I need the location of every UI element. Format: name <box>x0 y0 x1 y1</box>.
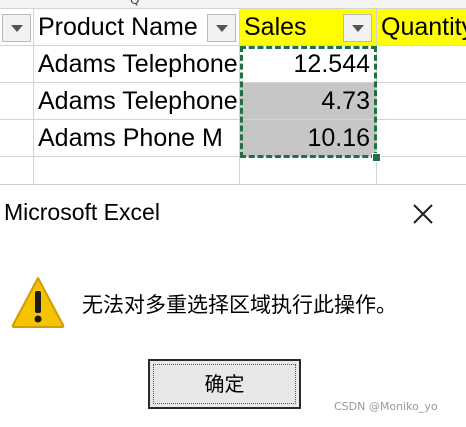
cell[interactable] <box>0 46 34 83</box>
cell-product[interactable]: Adams Telephone <box>34 83 240 120</box>
close-icon <box>413 204 433 224</box>
header-label: Product Name <box>38 13 198 41</box>
dialog-message: 无法对多重选择区域执行此操作。 <box>82 293 397 317</box>
fill-handle[interactable] <box>372 153 381 162</box>
spreadsheet-grid: Q Product Name Sales Quantity Adams Tele… <box>0 0 466 200</box>
cell[interactable] <box>0 120 34 157</box>
dialog-title: Microsoft Excel <box>4 199 160 225</box>
cell-text: Adams Telephone <box>38 50 238 78</box>
cell-product[interactable]: Adams Phone M <box>34 120 240 157</box>
warning-icon <box>11 277 65 328</box>
cell[interactable] <box>377 120 466 157</box>
cell[interactable] <box>0 157 34 187</box>
ok-button-label: 确定 <box>204 372 245 396</box>
filter-dropdown-button[interactable] <box>343 14 372 42</box>
header-label: Quantity <box>381 13 466 41</box>
header-label: Sales <box>244 13 307 41</box>
dialog-titlebar[interactable]: Microsoft Excel <box>0 185 466 241</box>
column-header-strip[interactable]: Q <box>0 0 466 9</box>
cell-text: Adams Telephone <box>38 87 238 115</box>
cell[interactable] <box>377 157 466 187</box>
header-cell-quantity[interactable]: Quantity <box>377 9 466 46</box>
cell[interactable] <box>34 157 240 187</box>
close-button[interactable] <box>410 201 436 227</box>
cell[interactable] <box>377 46 466 83</box>
cell-text: Adams Phone M <box>38 124 223 152</box>
cell-product[interactable]: Adams Telephone <box>34 46 240 83</box>
filter-dropdown-button[interactable] <box>207 14 236 42</box>
ok-button[interactable]: 确定 <box>148 359 301 409</box>
cell[interactable] <box>377 83 466 120</box>
filter-dropdown-button[interactable] <box>2 14 31 42</box>
column-letter: Q <box>130 0 140 7</box>
copy-marquee <box>240 46 377 158</box>
cell[interactable] <box>0 83 34 120</box>
message-dialog: Microsoft Excel 无法对多重选择区域执行此操作。 确定 <box>0 184 466 427</box>
watermark-text: CSDN @Moniko_yo <box>334 400 438 413</box>
cell[interactable] <box>240 157 377 187</box>
